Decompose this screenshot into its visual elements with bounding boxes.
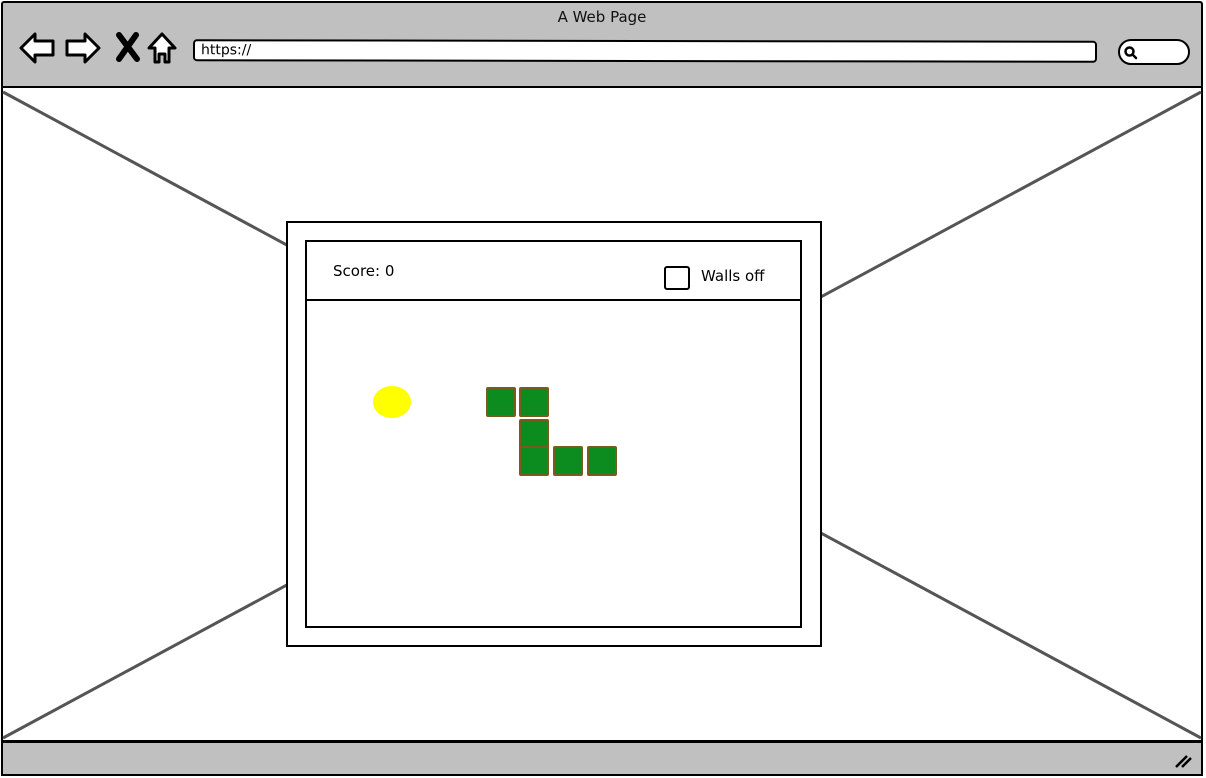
browser-titlebar: A Web Page https://	[1, 1, 1203, 88]
search-field[interactable]	[1118, 39, 1190, 65]
browser-window: A Web Page https:// Score: 0 Walls off	[0, 0, 1206, 778]
forward-arrow-icon[interactable]	[64, 29, 102, 67]
url-field[interactable]: https://	[192, 39, 1098, 63]
snake-playfield[interactable]	[307, 301, 800, 626]
resize-grip-icon[interactable]	[1173, 753, 1193, 769]
snake-segment	[519, 446, 549, 476]
snake-segment	[519, 387, 549, 417]
snake-segment	[519, 419, 549, 449]
snake-segment	[553, 446, 583, 476]
browser-statusbar	[1, 741, 1203, 776]
snake-segment	[587, 446, 617, 476]
search-icon	[1124, 46, 1138, 60]
close-x-icon[interactable]	[109, 29, 147, 67]
food-pellet	[373, 386, 411, 418]
snake-segment	[486, 387, 516, 417]
back-arrow-icon[interactable]	[18, 29, 56, 67]
walls-off-label[interactable]: Walls off	[701, 267, 765, 285]
home-icon[interactable]	[145, 29, 183, 67]
window-title: A Web Page	[557, 8, 647, 26]
score-label: Score: 0	[333, 262, 395, 280]
walls-off-checkbox[interactable]	[664, 266, 690, 290]
